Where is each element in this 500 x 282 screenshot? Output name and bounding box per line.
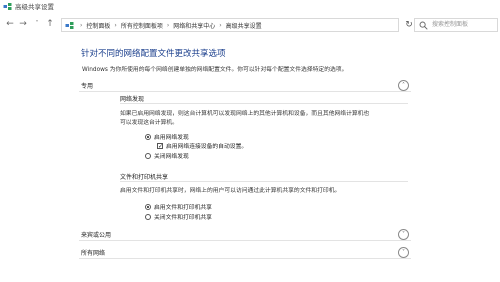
- search-icon: [419, 21, 428, 30]
- network-sharing-icon: [65, 22, 74, 29]
- forward-arrow-icon[interactable]: →: [17, 18, 29, 30]
- breadcrumb: › 控制面板 › 所有控制面板项 › 网络和共享中心 › 高级共享设置: [78, 19, 264, 31]
- option-file-sharing-off-label[interactable]: 关闭文件和打印机共享: [154, 212, 212, 221]
- profile-guest-public-header[interactable]: 来宾或公用: [79, 229, 411, 241]
- search-box[interactable]: 搜索控制面板: [414, 18, 498, 32]
- title-bar: 高级共享设置: [0, 0, 500, 14]
- breadcrumb-network-center[interactable]: 网络和共享中心: [171, 21, 217, 30]
- page-title: 针对不同的网络配置文件更改共享选项: [81, 49, 226, 59]
- expand-chevron-down-icon[interactable]: ˅: [398, 247, 409, 258]
- option-auto-setup-label[interactable]: 启用网络连接设备的自动设置。: [166, 141, 247, 150]
- profile-guest-public-label: 来宾或公用: [81, 232, 112, 239]
- network-discovery-title: 网络发现: [120, 96, 145, 103]
- profile-private-header[interactable]: 专用: [79, 80, 411, 92]
- file-printer-sharing-text: 启用文件和打印机共享时，网络上的用户可以访问通过此计算机共享的文件和打印机。: [120, 188, 341, 194]
- divider: [120, 181, 408, 182]
- profile-private-label: 专用: [81, 83, 94, 90]
- file-printer-sharing-title: 文件和打印机共享: [120, 174, 169, 181]
- profile-all-networks-header[interactable]: 所有网络: [79, 247, 411, 259]
- breadcrumb-all-items[interactable]: 所有控制面板项: [119, 21, 165, 30]
- divider: [79, 91, 411, 92]
- radio-network-discovery-on[interactable]: [145, 134, 151, 140]
- radio-network-discovery-off[interactable]: [145, 153, 151, 159]
- network-discovery-text-line2: 可以发现这台计算机。: [120, 120, 178, 126]
- page-description: Windows 为你所使用的每个网络创建单独的网络配置文件。你可以针对每个配置文…: [82, 67, 348, 73]
- breadcrumb-control-panel[interactable]: 控制面板: [84, 21, 112, 30]
- recent-locations-chevron-icon[interactable]: ˅: [31, 18, 43, 30]
- back-arrow-icon[interactable]: ←: [4, 18, 16, 30]
- option-file-sharing-on-label[interactable]: 启用文件和打印机共享: [154, 202, 212, 211]
- navigation-bar: ← → ˅ ↑ › 控制面板 › 所有控制面板项 › 网络和共享中心 › 高级共…: [0, 15, 500, 35]
- search-input[interactable]: 搜索控制面板: [432, 19, 468, 31]
- divider: [79, 240, 411, 241]
- address-bar[interactable]: › 控制面板 › 所有控制面板项 › 网络和共享中心 › 高级共享设置 ˅: [61, 18, 448, 32]
- profile-all-networks-label: 所有网络: [81, 250, 106, 257]
- expand-chevron-down-icon[interactable]: ˅: [398, 229, 409, 240]
- radio-file-sharing-off[interactable]: [145, 214, 151, 220]
- breadcrumb-advanced-sharing[interactable]: 高级共享设置: [224, 21, 264, 30]
- collapse-chevron-up-icon[interactable]: ˄: [398, 80, 409, 91]
- divider: [79, 258, 411, 259]
- checkbox-auto-setup[interactable]: ✓: [157, 143, 163, 150]
- network-sharing-icon: [3, 3, 12, 10]
- option-network-discovery-off-label[interactable]: 关闭网络发现: [154, 151, 189, 160]
- up-arrow-icon[interactable]: ↑: [44, 18, 56, 30]
- radio-file-sharing-on[interactable]: [145, 204, 151, 210]
- divider: [120, 103, 408, 104]
- window-title: 高级共享设置: [15, 3, 54, 11]
- option-network-discovery-on-label[interactable]: 启用网络发现: [154, 132, 189, 141]
